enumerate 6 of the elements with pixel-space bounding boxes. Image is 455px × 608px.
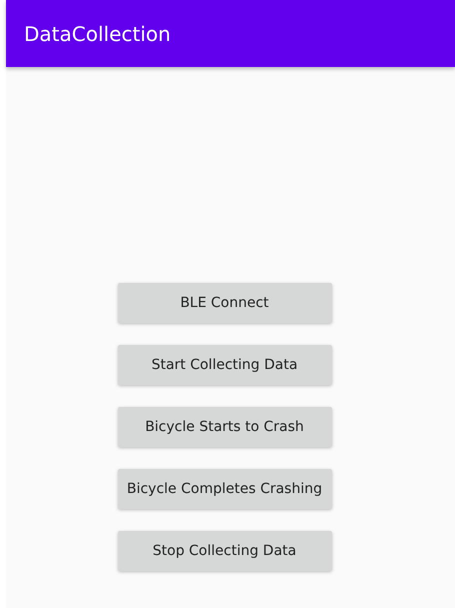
- action-button[interactable]: Stop Collecting Data: [118, 531, 332, 571]
- action-button[interactable]: BLE Connect: [118, 283, 332, 323]
- app-title: DataCollection: [24, 22, 171, 46]
- action-button[interactable]: Bicycle Completes Crashing: [118, 469, 332, 509]
- action-button[interactable]: Start Collecting Data: [118, 345, 332, 385]
- action-button[interactable]: Bicycle Starts to Crash: [118, 407, 332, 447]
